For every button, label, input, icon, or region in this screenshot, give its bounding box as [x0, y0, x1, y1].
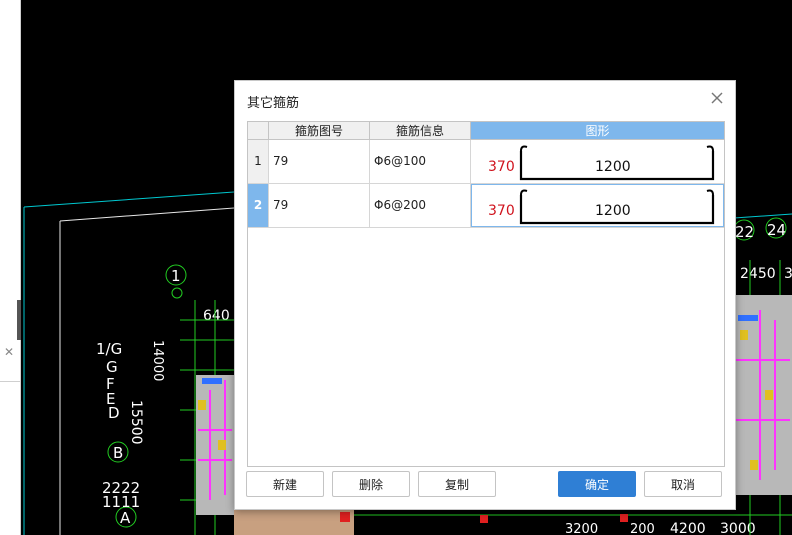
table-row[interactable]: 2 79 Φ6@200 370 1200	[248, 184, 724, 228]
copy-button[interactable]: 复制	[418, 471, 496, 497]
other-stirrup-dialog: 其它箍筋 箍筋图号 箍筋信息 图形 1 79 Φ6@100 370 1200 2	[234, 80, 736, 510]
cell-shape-no[interactable]: 79	[269, 184, 370, 227]
drawing-frame-outer	[23, 191, 235, 208]
cell-shape-no[interactable]: 79	[269, 140, 370, 183]
dim-14000: 14000	[150, 340, 165, 381]
table-header-index	[248, 122, 269, 140]
cell-stirrup-info[interactable]: Φ6@100	[370, 140, 471, 183]
delete-button[interactable]: 删除	[332, 471, 410, 497]
building-block-left	[196, 375, 234, 515]
row-index[interactable]: 1	[248, 140, 269, 183]
stirrup-table: 箍筋图号 箍筋信息 图形 1 79 Φ6@100 370 1200 2 79 Φ…	[247, 121, 725, 467]
dim-3: 3	[784, 266, 792, 282]
dim-1111: 1111	[102, 493, 140, 511]
row-index[interactable]: 2	[248, 184, 269, 227]
table-row[interactable]: 1 79 Φ6@100 370 1200	[248, 140, 724, 184]
new-button[interactable]: 新建	[246, 471, 324, 497]
axis-label-b: B	[113, 444, 123, 462]
axis-label-d: D	[108, 404, 120, 422]
axis-bubble-1-label: 1	[171, 267, 181, 285]
figure-left-dimension: 370	[488, 203, 515, 219]
building-block-right	[734, 295, 792, 495]
table-header-shape-no[interactable]: 箍筋图号	[269, 122, 370, 140]
dim-200: 200	[630, 522, 655, 535]
drawing-frame-inner	[59, 207, 235, 222]
close-icon[interactable]	[709, 90, 725, 106]
cancel-button[interactable]: 取消	[644, 471, 722, 497]
axis-bubble-22-label: 22	[735, 223, 754, 241]
panel-close-icon[interactable]: ✕	[2, 345, 16, 359]
dialog-title: 其它箍筋	[247, 96, 300, 111]
axis-label-a: A	[120, 509, 131, 527]
left-side-panel: ✕	[0, 0, 21, 535]
dim-2450: 2450	[740, 266, 776, 282]
dim-15500: 15500	[128, 400, 144, 445]
panel-divider	[0, 381, 20, 382]
cell-stirrup-info[interactable]: Φ6@200	[370, 184, 471, 227]
axis-bubble-24-label: 24	[767, 221, 786, 239]
drawing-frame-right-top	[733, 213, 792, 219]
axis-label-g: G	[106, 358, 118, 376]
figure-left-dimension: 370	[488, 159, 515, 175]
dim-3200: 3200	[565, 522, 598, 535]
axis-label-1g: 1/G	[96, 340, 122, 358]
figure-length-dimension: 1200	[595, 203, 631, 219]
dim-640: 640	[203, 308, 230, 324]
cell-figure[interactable]: 370 1200	[471, 184, 724, 227]
figure-length-dimension: 1200	[595, 159, 631, 175]
dim-4200: 4200	[670, 521, 706, 535]
cell-figure[interactable]: 370 1200	[471, 140, 724, 183]
table-header-figure[interactable]: 图形	[471, 122, 724, 140]
axis-bubble-small	[171, 287, 183, 299]
table-header-info[interactable]: 箍筋信息	[370, 122, 471, 140]
ok-button[interactable]: 确定	[558, 471, 636, 497]
